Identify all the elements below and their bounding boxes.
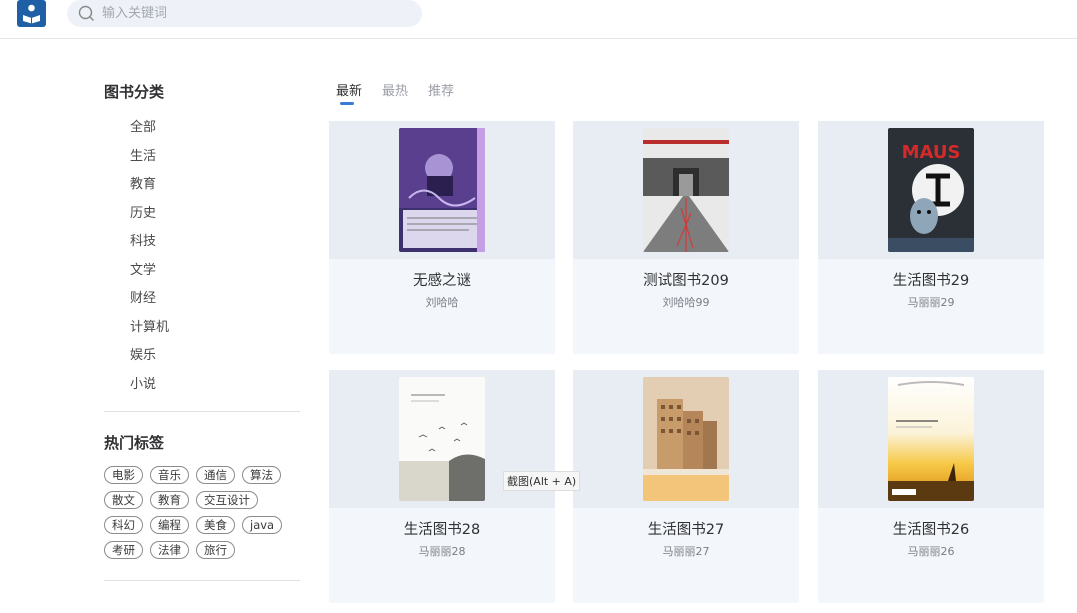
category-item-finance[interactable]: 财经 [130, 285, 300, 314]
book-author: 刘哈哈 [425, 296, 459, 309]
search-icon [78, 5, 94, 21]
book-cover[interactable] [643, 128, 729, 252]
divider [104, 411, 300, 412]
top-header [0, 0, 1077, 39]
book-cover[interactable] [399, 128, 485, 252]
active-tab-indicator [340, 102, 354, 105]
book-cover[interactable]: MAUS [888, 128, 974, 252]
tab-hottest[interactable]: 最热 [382, 80, 408, 99]
book-author: 马丽丽27 [662, 545, 710, 558]
book-card[interactable]: MAUS 生活图书29 马丽丽29 [818, 121, 1044, 354]
category-item-novel[interactable]: 小说 [130, 371, 300, 400]
tab-recommended[interactable]: 推荐 [428, 80, 454, 99]
screenshot-tooltip: 截图(Alt + A) [503, 471, 581, 491]
tag-item[interactable]: 美食 [196, 516, 235, 534]
tag-item[interactable]: 科幻 [104, 516, 143, 534]
tab-newest[interactable]: 最新 [336, 80, 362, 99]
tag-item[interactable]: 通信 [196, 466, 235, 484]
book-author: 马丽丽28 [418, 545, 466, 558]
tag-item[interactable]: 散文 [104, 491, 143, 509]
category-item-life[interactable]: 生活 [130, 143, 300, 172]
tag-item[interactable]: 电影 [104, 466, 143, 484]
book-card[interactable]: 生活图书27 马丽丽27 [573, 370, 799, 603]
sidebar: 图书分类 全部 生活 教育 历史 科技 文学 财经 计算机 娱乐 小说 热门标签… [104, 80, 300, 581]
category-item-literature[interactable]: 文学 [130, 257, 300, 286]
category-list: 全部 生活 教育 历史 科技 文学 财经 计算机 娱乐 小说 [130, 114, 300, 399]
divider [104, 580, 300, 581]
book-title[interactable]: 测试图书209 [573, 269, 799, 290]
tag-list: 电影 音乐 通信 算法 散文 教育 交互设计 科幻 编程 美食 java 考研 … [104, 466, 300, 566]
book-title[interactable]: 生活图书27 [573, 518, 799, 539]
tag-item[interactable]: java [242, 516, 283, 534]
book-card[interactable]: 生活图书26 马丽丽26 [818, 370, 1044, 603]
book-card[interactable]: 无感之谜 刘哈哈 [329, 121, 555, 354]
book-cover[interactable] [399, 377, 485, 501]
tag-item[interactable]: 旅行 [196, 541, 235, 559]
svg-text:MAUS: MAUS [902, 142, 961, 163]
tag-item[interactable]: 教育 [150, 491, 189, 509]
tag-item[interactable]: 算法 [242, 466, 281, 484]
category-title: 图书分类 [104, 83, 165, 101]
tag-item[interactable]: 交互设计 [196, 491, 258, 509]
search-input[interactable] [102, 3, 402, 24]
category-item-all[interactable]: 全部 [130, 114, 300, 143]
tag-item[interactable]: 编程 [150, 516, 189, 534]
category-item-technology[interactable]: 科技 [130, 228, 300, 257]
book-author: 马丽丽26 [907, 545, 955, 558]
book-cover[interactable] [643, 377, 729, 501]
book-card[interactable]: 测试图书209 刘哈哈99 [573, 121, 799, 354]
reader-book-icon[interactable] [17, 0, 46, 27]
book-cover[interactable] [888, 377, 974, 501]
book-title[interactable]: 生活图书29 [818, 269, 1044, 290]
category-item-entertainment[interactable]: 娱乐 [130, 342, 300, 371]
book-author: 马丽丽29 [907, 296, 955, 309]
tag-item[interactable]: 法律 [150, 541, 189, 559]
tag-item[interactable]: 考研 [104, 541, 143, 559]
search-bar[interactable] [67, 0, 422, 27]
book-title[interactable]: 无感之谜 [329, 269, 555, 290]
category-item-computer[interactable]: 计算机 [130, 314, 300, 343]
book-title[interactable]: 生活图书26 [818, 518, 1044, 539]
category-item-history[interactable]: 历史 [130, 200, 300, 229]
book-author: 刘哈哈99 [662, 296, 710, 309]
book-title[interactable]: 生活图书28 [329, 518, 555, 539]
tag-item[interactable]: 音乐 [150, 466, 189, 484]
category-item-education[interactable]: 教育 [130, 171, 300, 200]
hot-tags-title: 热门标签 [104, 434, 165, 452]
